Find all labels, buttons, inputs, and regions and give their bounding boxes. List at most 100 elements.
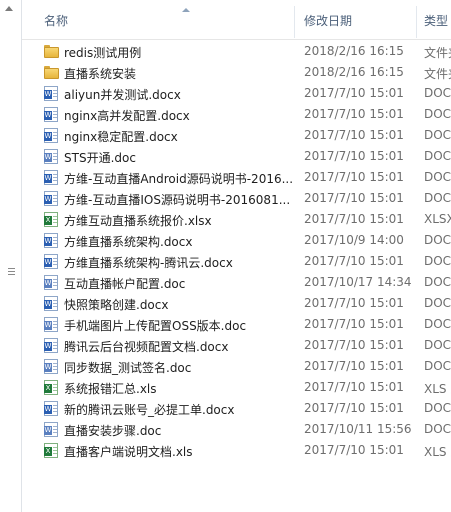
navigation-pane-scrollbar[interactable] [0,0,22,512]
list-item[interactable]: Waliyun并发测试.docx 2017/7/10 15:01 DOCX [22,83,451,104]
file-modified-date: 2017/7/10 15:01 [304,401,404,415]
file-modified-date: 2017/7/10 15:01 [304,443,404,457]
column-header-type[interactable]: 类型 [424,12,448,29]
file-name: aliyun并发测试.docx [64,88,181,102]
list-item[interactable]: X 方维互动直播系统报价.xlsx 2017/7/10 15:01 XLSX [22,209,451,230]
excel-document-icon: X [44,380,58,395]
list-item[interactable]: Wnginx稳定配置.docx 2017/7/10 15:01 DOCX [22,125,451,146]
file-type: DOCX [424,86,451,100]
file-type: DOCX [424,254,451,268]
word-document-icon: W [44,422,58,437]
word-document-icon: W [44,128,58,143]
file-type: DOCX [424,170,451,184]
list-item[interactable]: 直播系统安装 2018/2/16 16:15 文件夹 [22,62,451,83]
list-item[interactable]: W 同步数据_测试签名.doc 2017/7/10 15:01 DOC [22,356,451,377]
file-modified-date: 2017/7/10 15:01 [304,212,404,226]
list-item[interactable]: W 互动直播帐户配置.doc 2017/10/17 14:34 DOC [22,272,451,293]
list-item[interactable]: W 直播安装步骤.doc 2017/10/11 15:56 DOC [22,419,451,440]
file-type: XLS 工 [424,382,451,396]
word-document-icon: W [44,317,58,332]
file-type: DOCX [424,296,451,310]
file-modified-date: 2017/7/10 15:01 [304,107,404,121]
word-document-icon: W [44,107,58,122]
word-document-icon: W [44,86,58,101]
file-name: STS开通.doc [64,151,136,165]
list-item[interactable]: W 方维直播系统架构-腾讯云.docx 2017/7/10 15:01 DOCX [22,251,451,272]
file-modified-date: 2017/7/10 15:01 [304,296,404,310]
word-document-icon: W [44,170,58,185]
file-name: 同步数据_测试签名.doc [64,361,192,375]
file-type: DOCX [424,338,451,352]
file-modified-date: 2018/2/16 16:15 [304,65,404,79]
file-name: nginx稳定配置.docx [64,130,178,144]
list-item[interactable]: W 新的腾讯云账号_必提工单.docx 2017/7/10 15:01 DOCX [22,398,451,419]
file-name: 快照策略创建.docx [64,298,169,312]
folder-icon [44,45,59,58]
column-divider[interactable] [294,6,295,38]
word-document-icon: W [44,401,58,416]
file-modified-date: 2017/7/10 15:01 [304,86,404,100]
file-modified-date: 2017/7/10 15:01 [304,191,404,205]
column-divider[interactable] [416,6,417,38]
file-name: 直播客户端说明文档.xls [64,445,193,459]
file-name: 新的腾讯云账号_必提工单.docx [64,403,235,417]
word-document-icon: W [44,275,58,290]
column-header-date[interactable]: 修改日期 [304,12,352,29]
excel-document-icon: X [44,443,58,458]
file-name: nginx高并发配置.docx [64,109,190,123]
list-item[interactable]: X 系统报错汇总.xls 2017/7/10 15:01 XLS 工 [22,377,451,398]
column-header-name[interactable]: 名称 [44,12,68,29]
word-document-icon: W [44,233,58,248]
file-modified-date: 2017/7/10 15:01 [304,149,404,163]
scroll-up-arrow-icon[interactable] [5,6,13,11]
file-name: 系统报错汇总.xls [64,382,157,396]
file-type: DOC [424,275,451,289]
file-modified-date: 2017/7/10 15:01 [304,254,404,268]
file-name: redis测试用例 [64,46,142,60]
word-document-icon: W [44,191,58,206]
file-type: DOCX [424,233,451,247]
file-name: 直播系统安装 [64,67,137,81]
file-modified-date: 2017/7/10 15:01 [304,128,404,142]
scrollbar-grip-icon[interactable] [8,268,15,278]
file-type: DOC [424,149,451,163]
file-name: 互动直播帐户配置.doc [64,277,186,291]
file-modified-date: 2017/10/11 15:56 [304,422,412,436]
list-item[interactable]: W 方维直播系统架构.docx 2017/10/9 14:00 DOCX [22,230,451,251]
file-modified-date: 2017/7/10 15:01 [304,317,404,331]
file-type: 文件夹 [424,67,451,81]
file-name: 直播安装步骤.doc [64,424,162,438]
list-item[interactable]: X 直播客户端说明文档.xls 2017/7/10 15:01 XLS 工 [22,440,451,461]
file-name: 方维直播系统架构.docx [64,235,193,249]
file-modified-date: 2017/10/9 14:00 [304,233,404,247]
file-name: 手机端图片上传配置OSS版本.doc [64,319,247,333]
file-type: DOC [424,422,451,436]
file-modified-date: 2017/7/10 15:01 [304,338,404,352]
file-type: DOCX [424,128,451,142]
excel-document-icon: X [44,212,58,227]
file-name: 腾讯云后台视频配置文档.docx [64,340,229,354]
list-item[interactable]: redis测试用例 2018/2/16 16:15 文件夹 [22,41,451,62]
file-name: 方维直播系统架构-腾讯云.docx [64,256,233,270]
list-item[interactable]: W 腾讯云后台视频配置文档.docx 2017/7/10 15:01 DOCX [22,335,451,356]
list-item[interactable]: Wnginx高并发配置.docx 2017/7/10 15:01 DOCX [22,104,451,125]
file-modified-date: 2017/7/10 15:01 [304,380,404,394]
file-modified-date: 2017/10/17 14:34 [304,275,412,289]
word-document-icon: W [44,149,58,164]
word-document-icon: W [44,338,58,353]
sort-ascending-icon [182,8,190,12]
column-header-bar: 名称 修改日期 类型 [22,0,451,40]
file-name: 方维-互动直播IOS源码说明书-2016081... [64,193,291,207]
file-type: DOC [424,359,451,373]
file-type: DOCX [424,107,451,121]
file-type: XLSX [424,212,451,226]
list-item[interactable]: W 方维-互动直播IOS源码说明书-2016081... 2017/7/10 15:… [22,188,451,209]
word-document-icon: W [44,296,58,311]
file-modified-date: 2018/2/16 16:15 [304,44,404,58]
list-item[interactable]: W 方维-互动直播Android源码说明书-2016... 2017/7/10 15… [22,167,451,188]
list-item[interactable]: W 手机端图片上传配置OSS版本.doc 2017/7/10 15:01 DOC [22,314,451,335]
list-item[interactable]: W STS开通.doc 2017/7/10 15:01 DOC [22,146,451,167]
list-item[interactable]: W 快照策略创建.docx 2017/7/10 15:01 DOCX [22,293,451,314]
file-name: 方维互动直播系统报价.xlsx [64,214,212,228]
word-document-icon: W [44,254,58,269]
